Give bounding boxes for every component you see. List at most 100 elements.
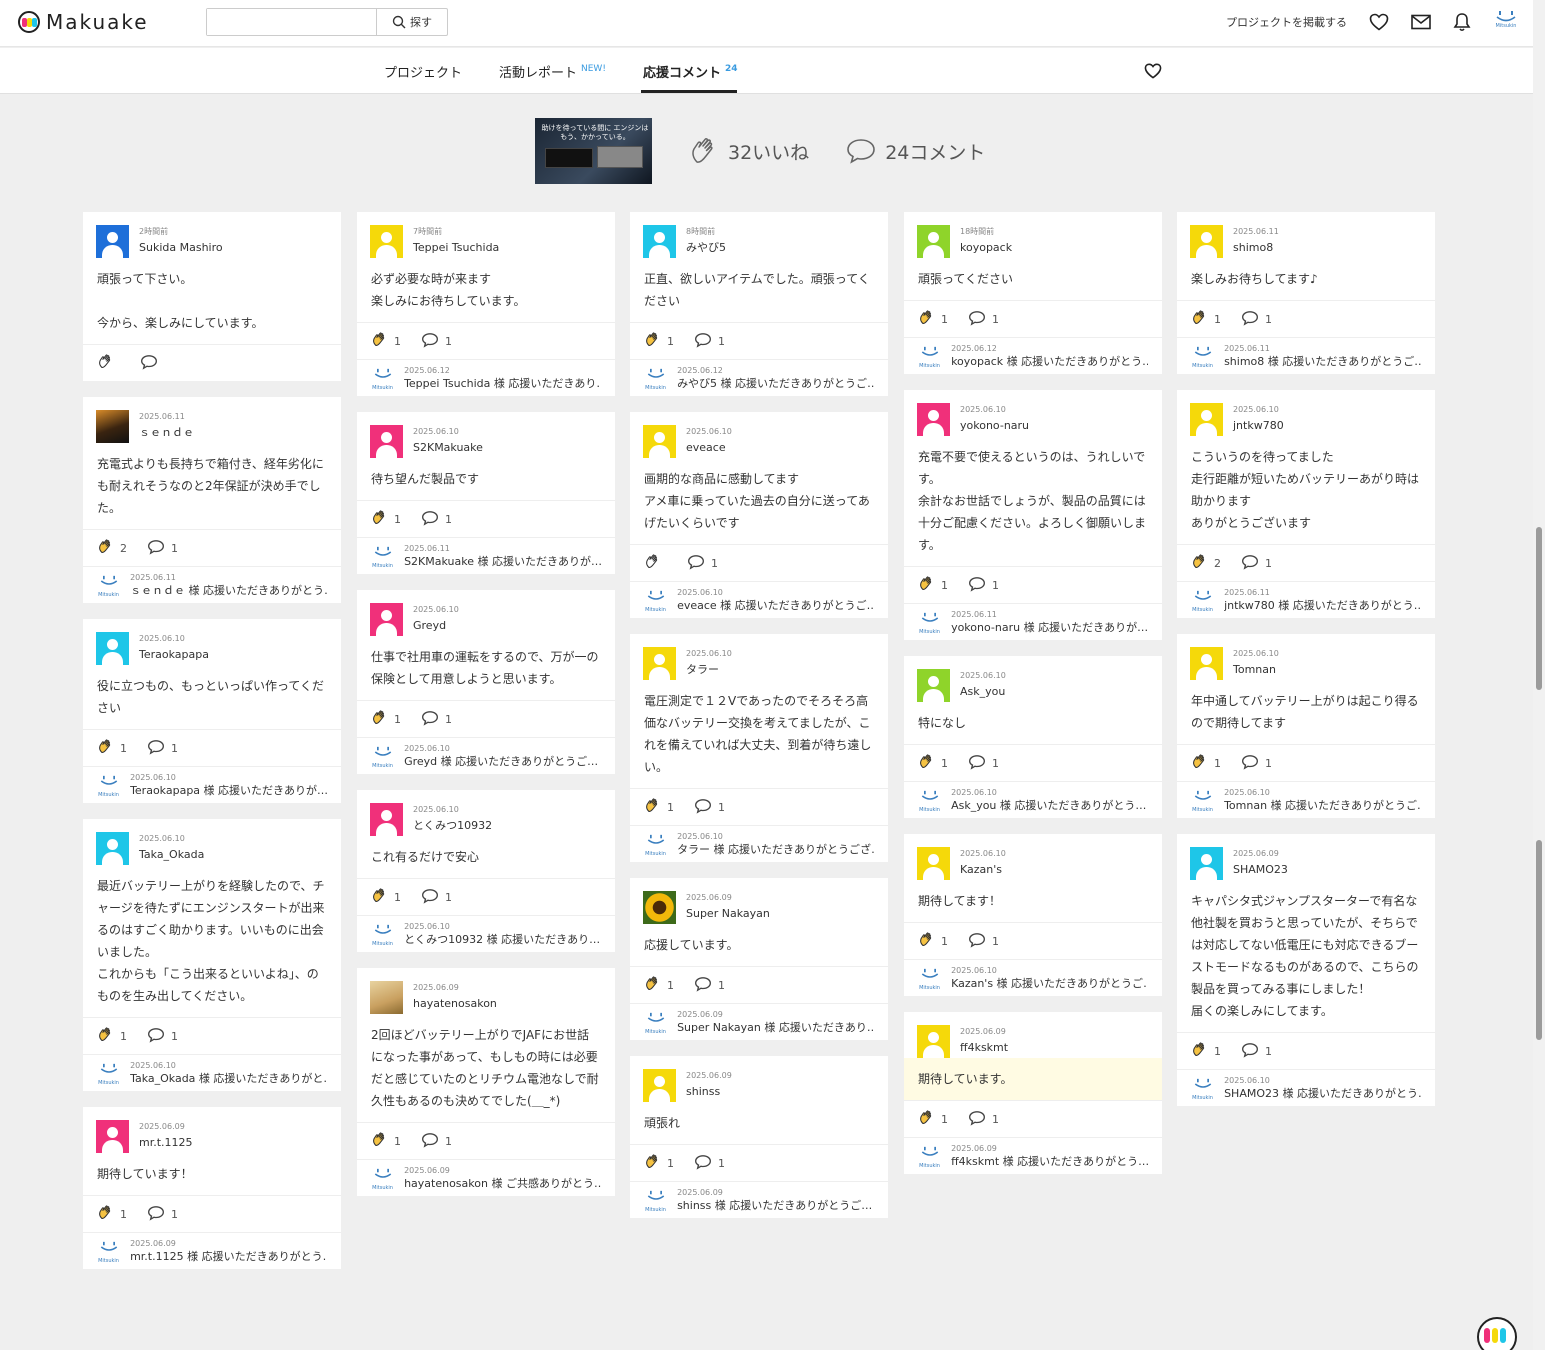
makuake-logo[interactable]: Makuake: [18, 10, 149, 34]
post-project-link[interactable]: プロジェクトを掲載する: [1226, 14, 1347, 30]
clap-button[interactable]: [644, 553, 661, 573]
creator-reply[interactable]: Mitsukin 2025.06.12 Teppei Tsuchida 様 応援…: [357, 359, 615, 396]
creator-reply[interactable]: Mitsukin 2025.06.11 S2KMakuake 様 応援いただきあ…: [357, 537, 615, 574]
reply-comment-button[interactable]: [694, 1154, 712, 1173]
user-avatar-icon[interactable]: [370, 603, 403, 636]
reply-comment-button[interactable]: [694, 976, 712, 995]
creator-reply[interactable]: Mitsukin 2025.06.11 ｓｅｎｄｅ 様 応援いただきありがとうご…: [83, 566, 341, 603]
user-avatar-icon[interactable]: [643, 425, 676, 458]
commenter-name[interactable]: ｓｅｎｄｅ: [139, 425, 194, 441]
commenter-name[interactable]: タラー: [686, 662, 732, 678]
commenter-name[interactable]: mr.t.1125: [139, 1135, 193, 1151]
commenter-name[interactable]: Tomnan: [1233, 662, 1279, 678]
creator-reply[interactable]: Mitsukin 2025.06.10 Teraokapapa 様 応援いただき…: [83, 766, 341, 803]
user-avatar-icon[interactable]: [96, 832, 129, 865]
creator-reply[interactable]: Mitsukin 2025.06.12 みやび5 様 応援いただきありがとうござ…: [630, 359, 888, 396]
commenter-name[interactable]: Taka_Okada: [139, 847, 204, 863]
tab-activity-report[interactable]: 活動レポート NEW!: [499, 62, 606, 81]
clap-button[interactable]: [371, 709, 388, 729]
commenter-name[interactable]: eveace: [686, 440, 732, 456]
commenter-name[interactable]: S2KMakuake: [413, 440, 483, 456]
reply-comment-button[interactable]: [687, 554, 705, 573]
reply-comment-button[interactable]: [421, 510, 439, 529]
clap-button[interactable]: [1191, 753, 1208, 773]
reply-comment-button[interactable]: [140, 354, 158, 373]
reply-comment-button[interactable]: [421, 1132, 439, 1151]
creator-reply[interactable]: Mitsukin 2025.06.10 タラー 様 応援いただきありがとうござい…: [630, 825, 888, 862]
clap-button[interactable]: [371, 331, 388, 351]
reply-comment-button[interactable]: [968, 576, 986, 595]
favorite-heart-icon[interactable]: [1144, 63, 1162, 79]
clap-button[interactable]: [918, 309, 935, 329]
clap-button[interactable]: [371, 1131, 388, 1151]
creator-reply[interactable]: Mitsukin 2025.06.09 hayatenosakon 様 ご共感あ…: [357, 1159, 615, 1196]
user-avatar-icon[interactable]: [917, 225, 950, 258]
user-avatar[interactable]: Mitsukin: [1493, 9, 1519, 35]
creator-reply[interactable]: Mitsukin 2025.06.10 Taka_Okada 様 応援いただきあ…: [83, 1054, 341, 1091]
clap-button[interactable]: [918, 575, 935, 595]
creator-reply[interactable]: Mitsukin 2025.06.10 eveace 様 応援いただきありがとう…: [630, 581, 888, 618]
commenter-name[interactable]: Sukida Mashiro: [139, 240, 223, 256]
reply-comment-button[interactable]: [147, 539, 165, 558]
scroll-top-button[interactable]: [1477, 1317, 1517, 1350]
user-avatar-icon[interactable]: [917, 403, 950, 436]
creator-reply[interactable]: Mitsukin 2025.06.12 koyopack 様 応援いただきありが…: [904, 337, 1162, 374]
project-thumbnail[interactable]: 助けを待っている間に エンジンはもう、かかっている。: [535, 118, 652, 184]
reply-comment-button[interactable]: [1241, 310, 1259, 329]
user-avatar-icon[interactable]: [917, 847, 950, 880]
commenter-name[interactable]: ff4kskmt: [960, 1040, 1008, 1056]
bell-icon[interactable]: [1453, 12, 1471, 32]
creator-reply[interactable]: Mitsukin 2025.06.10 Ask_you 様 応援いただきありがと…: [904, 781, 1162, 818]
mail-icon[interactable]: [1411, 14, 1431, 30]
user-avatar-icon[interactable]: [96, 1120, 129, 1153]
creator-reply[interactable]: Mitsukin 2025.06.10 Greyd 様 応援いただきありがとうご…: [357, 737, 615, 774]
commenter-name[interactable]: Ask_you: [960, 684, 1006, 700]
user-avatar-icon[interactable]: [1190, 403, 1223, 436]
clap-button[interactable]: [918, 931, 935, 951]
user-avatar-icon[interactable]: [370, 225, 403, 258]
clap-button[interactable]: [918, 1109, 935, 1129]
scrollbar-thumb[interactable]: [1536, 840, 1542, 1040]
user-avatar-icon[interactable]: [643, 647, 676, 680]
reply-comment-button[interactable]: [694, 798, 712, 817]
user-avatar-photo[interactable]: [370, 981, 403, 1014]
reply-comment-button[interactable]: [694, 332, 712, 351]
clap-button[interactable]: [644, 975, 661, 995]
creator-reply[interactable]: Mitsukin 2025.06.10 SHAMO23 様 応援いただきありがと…: [1177, 1069, 1435, 1106]
reply-comment-button[interactable]: [421, 710, 439, 729]
reply-comment-button[interactable]: [1241, 554, 1259, 573]
creator-reply[interactable]: Mitsukin 2025.06.11 yokono-naru 様 応援いただき…: [904, 603, 1162, 640]
creator-reply[interactable]: Mitsukin 2025.06.09 ff4kskmt 様 応援いただきありが…: [904, 1137, 1162, 1174]
commenter-name[interactable]: koyopack: [960, 240, 1012, 256]
commenter-name[interactable]: hayatenosakon: [413, 996, 497, 1012]
clap-button[interactable]: [371, 887, 388, 907]
user-avatar-icon[interactable]: [917, 669, 950, 702]
user-avatar-icon[interactable]: [370, 425, 403, 458]
user-avatar-icon[interactable]: [1190, 647, 1223, 680]
commenter-name[interactable]: yokono-naru: [960, 418, 1029, 434]
creator-reply[interactable]: Mitsukin 2025.06.10 とくみつ10932 様 応援いただきあり…: [357, 915, 615, 952]
user-avatar-icon[interactable]: [370, 803, 403, 836]
reply-comment-button[interactable]: [421, 332, 439, 351]
reply-comment-button[interactable]: [147, 1027, 165, 1046]
commenter-name[interactable]: Teraokapapa: [139, 647, 209, 663]
creator-reply[interactable]: Mitsukin 2025.06.11 jntkw780 様 応援いただきありが…: [1177, 581, 1435, 618]
reply-comment-button[interactable]: [968, 932, 986, 951]
clap-button[interactable]: [644, 1153, 661, 1173]
clap-button[interactable]: [1191, 1041, 1208, 1061]
clap-button[interactable]: [97, 738, 114, 758]
reply-comment-button[interactable]: [968, 310, 986, 329]
scrollbar-thumb[interactable]: [1536, 527, 1542, 690]
clap-button[interactable]: [97, 1026, 114, 1046]
creator-reply[interactable]: Mitsukin 2025.06.09 Super Nakayan 様 応援いた…: [630, 1003, 888, 1040]
commenter-name[interactable]: Super Nakayan: [686, 906, 770, 922]
reply-comment-button[interactable]: [421, 888, 439, 907]
clap-button[interactable]: [1191, 553, 1208, 573]
user-avatar-photo[interactable]: [643, 891, 676, 924]
commenter-name[interactable]: とくみつ10932: [413, 818, 492, 834]
commenter-name[interactable]: jntkw780: [1233, 418, 1284, 434]
clap-button[interactable]: [918, 753, 935, 773]
commenter-name[interactable]: Kazan's: [960, 862, 1006, 878]
scrollbar[interactable]: [1533, 0, 1545, 1350]
creator-reply[interactable]: Mitsukin 2025.06.09 shinss 様 応援いただきありがとう…: [630, 1181, 888, 1218]
